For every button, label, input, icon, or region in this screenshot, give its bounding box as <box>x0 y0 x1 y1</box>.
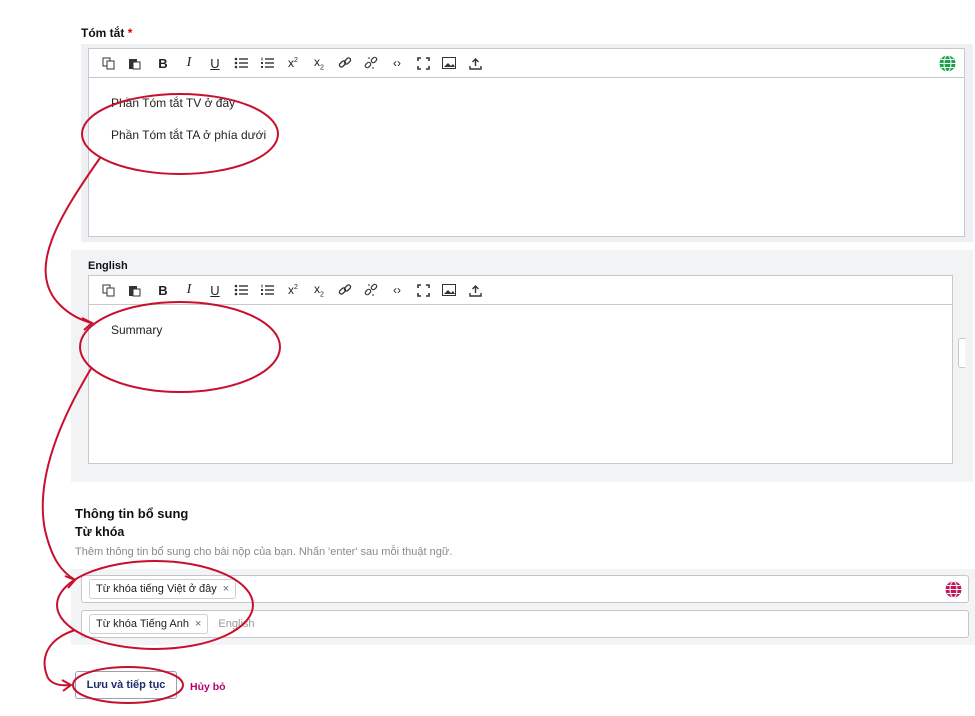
keyword-tag: Từ khóa tiếng Việt ở đây × <box>89 579 237 599</box>
english-toolbar: B I U x2 x2 ‹› <box>89 276 952 305</box>
subscript-icon[interactable]: x2 <box>306 278 332 302</box>
english-paragraph: Summary <box>111 323 163 337</box>
keywords-en-input[interactable]: Từ khóa Tiếng Anh × English <box>81 610 969 638</box>
numbered-list-icon[interactable] <box>254 51 280 75</box>
english-label-front: English <box>88 260 128 272</box>
bullet-list-icon[interactable] <box>228 278 254 302</box>
subscript-icon[interactable]: x2 <box>306 51 332 75</box>
underline-icon[interactable]: U <box>202 51 228 75</box>
summary-label: Tóm tắt * <box>81 26 132 40</box>
paste-icon[interactable] <box>121 278 147 302</box>
english-content[interactable]: Summary <box>89 305 952 373</box>
summary-toolbar: B I U x2 x2 ‹› <box>89 49 964 78</box>
bullet-list-icon[interactable] <box>228 51 254 75</box>
fullscreen-icon[interactable] <box>410 278 436 302</box>
globe-icon[interactable] <box>945 581 962 598</box>
english-editor[interactable]: B I U x2 x2 ‹› Summary <box>88 275 953 464</box>
summary-paragraph: Phần Tóm tắt TA ở phía dưới <box>111 128 267 142</box>
english-keyword-placeholder[interactable]: English <box>218 618 254 630</box>
summary-content[interactable]: Phần Tóm tắt TV ở đây Phần Tóm tắt TA ở … <box>89 78 964 178</box>
keyword-tag: Từ khóa Tiếng Anh × <box>89 614 209 634</box>
paste-icon[interactable] <box>121 51 147 75</box>
summary-label-text: Tóm tắt <box>81 26 125 40</box>
keyword-tag-text: Từ khóa tiếng Việt ở đây <box>96 583 217 595</box>
upload-icon[interactable] <box>462 278 488 302</box>
keyword-tag-text: Từ khóa Tiếng Anh <box>96 618 189 630</box>
numbered-list-icon[interactable] <box>254 278 280 302</box>
superscript-icon[interactable]: x2 <box>280 51 306 75</box>
summary-paragraph: Phần Tóm tắt TV ở đây <box>111 96 236 110</box>
bold-icon[interactable]: B <box>150 51 176 75</box>
link-icon[interactable] <box>332 278 358 302</box>
bold-icon[interactable]: B <box>150 278 176 302</box>
upload-icon[interactable] <box>462 51 488 75</box>
partial-input-edge <box>958 338 965 368</box>
unlink-icon[interactable] <box>358 278 384 302</box>
remove-tag-icon[interactable]: × <box>223 583 229 595</box>
unlink-icon[interactable] <box>358 51 384 75</box>
keywords-help-text: Thêm thông tin bổ sung cho bài nộp của b… <box>75 546 453 558</box>
image-icon[interactable] <box>436 278 462 302</box>
fullscreen-icon[interactable] <box>410 51 436 75</box>
link-icon[interactable] <box>332 51 358 75</box>
superscript-icon[interactable]: x2 <box>280 278 306 302</box>
italic-icon[interactable]: I <box>176 278 202 302</box>
copy-icon[interactable] <box>95 51 121 75</box>
remove-tag-icon[interactable]: × <box>195 618 201 630</box>
cancel-button[interactable]: Hủy bỏ <box>190 681 226 693</box>
keywords-vi-input[interactable]: Từ khóa tiếng Việt ở đây × <box>81 575 969 603</box>
copy-icon[interactable] <box>95 278 121 302</box>
save-continue-button[interactable]: Lưu và tiếp tục <box>75 671 177 699</box>
keywords-label: Từ khóa <box>75 525 125 539</box>
section-title: Thông tin bổ sung <box>75 506 189 521</box>
underline-icon[interactable]: U <box>202 278 228 302</box>
summary-editor[interactable]: B I U x2 x2 ‹› Phần Tóm tắt TV ở đây Phầ… <box>88 48 965 237</box>
image-icon[interactable] <box>436 51 462 75</box>
code-icon[interactable]: ‹› <box>384 278 410 302</box>
globe-icon[interactable] <box>939 55 956 72</box>
annotation-arrowhead <box>61 679 73 692</box>
required-mark: * <box>127 26 133 40</box>
code-icon[interactable]: ‹› <box>384 51 410 75</box>
italic-icon[interactable]: I <box>176 51 202 75</box>
